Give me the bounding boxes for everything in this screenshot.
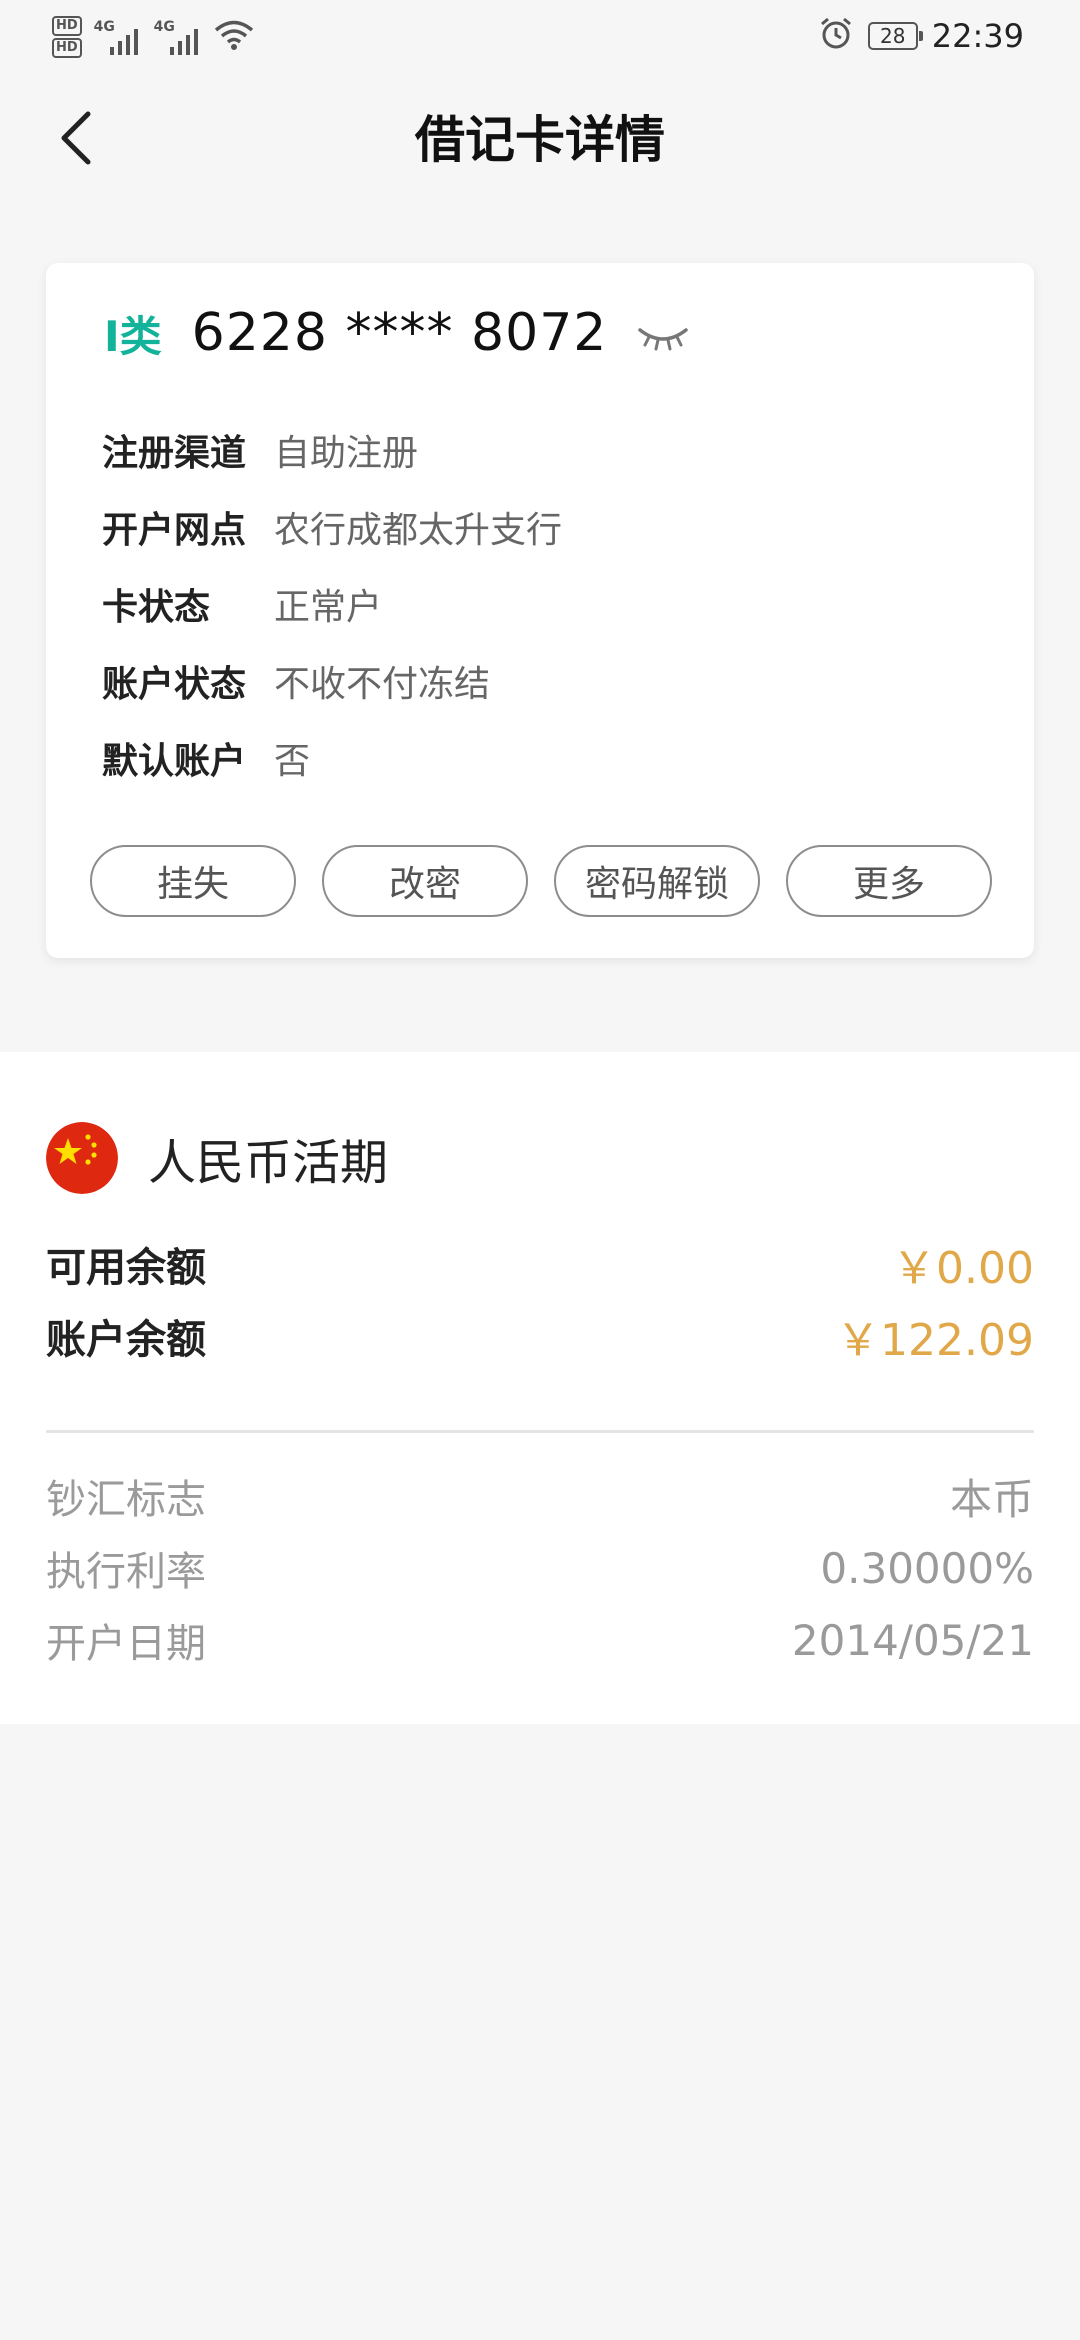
detail-value: 0.30000% [820, 1543, 1034, 1593]
info-row: 卡状态 正常户 [102, 565, 562, 642]
info-label: 账户状态 [102, 663, 247, 705]
alarm-icon [818, 16, 854, 56]
info-row: 开户网点 农行成都太升支行 [102, 488, 562, 565]
debit-card-panel: I类 6228 **** 8072 注册渠道 自助注册 开户网点 农行成都太升支… [46, 263, 1034, 958]
info-label: 卡状态 [102, 586, 211, 628]
eye-closed-icon[interactable] [635, 323, 691, 353]
network-type-1: 4G [93, 19, 115, 35]
detail-value: 本币 [949, 1474, 1034, 1524]
detail-value: 2014/05/21 [791, 1615, 1034, 1665]
info-row: 默认账户 否 [102, 719, 562, 796]
account-balance-label: 账户余额 [46, 1317, 206, 1363]
hd-badge-1: HD [52, 16, 82, 36]
available-balance-row: 可用余额 ￥0.00 [46, 1228, 1034, 1300]
network-type-2: 4G [153, 19, 175, 35]
account-balance-row: 账户余额 ￥122.09 [46, 1300, 1034, 1372]
available-balance-value: ￥0.00 [892, 1243, 1034, 1294]
battery-icon: 28 [867, 22, 923, 50]
more-button[interactable]: 更多 [786, 845, 992, 917]
currency-title: 人民币活期 [148, 1135, 389, 1191]
info-label: 开户网点 [102, 509, 247, 551]
detail-label: 开户日期 [46, 1621, 206, 1667]
report-loss-button[interactable]: 挂失 [90, 845, 296, 917]
battery-level: 28 [880, 24, 906, 48]
account-section: 人民币活期 可用余额 ￥0.00 账户余额 ￥122.09 钞汇标志 本币 执行… [0, 1052, 1080, 1724]
info-row: 注册渠道 自助注册 [102, 411, 562, 488]
signal-icon-2: 4G [154, 19, 198, 55]
signal-icon: 4G [94, 19, 138, 55]
account-balance-value: ￥122.09 [836, 1315, 1034, 1366]
detail-row: 钞汇标志 本币 [46, 1460, 1034, 1532]
unlock-password-button[interactable]: 密码解锁 [554, 845, 760, 917]
status-time: 22:39 [931, 17, 1024, 55]
info-value: 正常户 [274, 586, 383, 628]
change-password-button[interactable]: 改密 [322, 845, 528, 917]
info-value: 不收不付冻结 [274, 663, 491, 705]
status-right: 28 22:39 [818, 14, 1024, 58]
hd-badge-2: HD [52, 38, 82, 58]
detail-label: 执行利率 [46, 1549, 206, 1595]
info-value: 自助注册 [274, 432, 419, 474]
card-type-label: I类 [104, 311, 162, 361]
card-actions: 挂失 改密 密码解锁 更多 [90, 845, 992, 917]
detail-row: 开户日期 2014/05/21 [46, 1604, 1034, 1676]
hd-icon: HD HD [52, 16, 82, 58]
card-number: 6228 **** 8072 [191, 303, 608, 363]
card-head: I类 6228 **** 8072 [104, 283, 691, 383]
info-row: 账户状态 不收不付冻结 [102, 642, 562, 719]
page-title: 借记卡详情 [415, 111, 665, 169]
info-label: 默认账户 [102, 740, 247, 782]
detail-label: 钞汇标志 [46, 1477, 206, 1523]
status-bar: HD HD 4G 4G 28 22:39 [0, 0, 1080, 72]
info-value: 农行成都太升支行 [274, 509, 563, 551]
status-left: HD HD 4G 4G [52, 12, 254, 62]
card-info-list: 注册渠道 自助注册 开户网点 农行成都太升支行 卡状态 正常户 账户状态 不收不… [102, 411, 562, 796]
info-label: 注册渠道 [102, 432, 247, 474]
divider [46, 1430, 1034, 1433]
info-value: 否 [274, 740, 311, 782]
china-flag-icon [46, 1122, 118, 1194]
currency-head: 人民币活期 [46, 1120, 388, 1196]
available-balance-label: 可用余额 [46, 1245, 206, 1291]
wifi-icon [214, 19, 254, 55]
header: 借记卡详情 [0, 90, 1080, 190]
detail-row: 执行利率 0.30000% [46, 1532, 1034, 1604]
